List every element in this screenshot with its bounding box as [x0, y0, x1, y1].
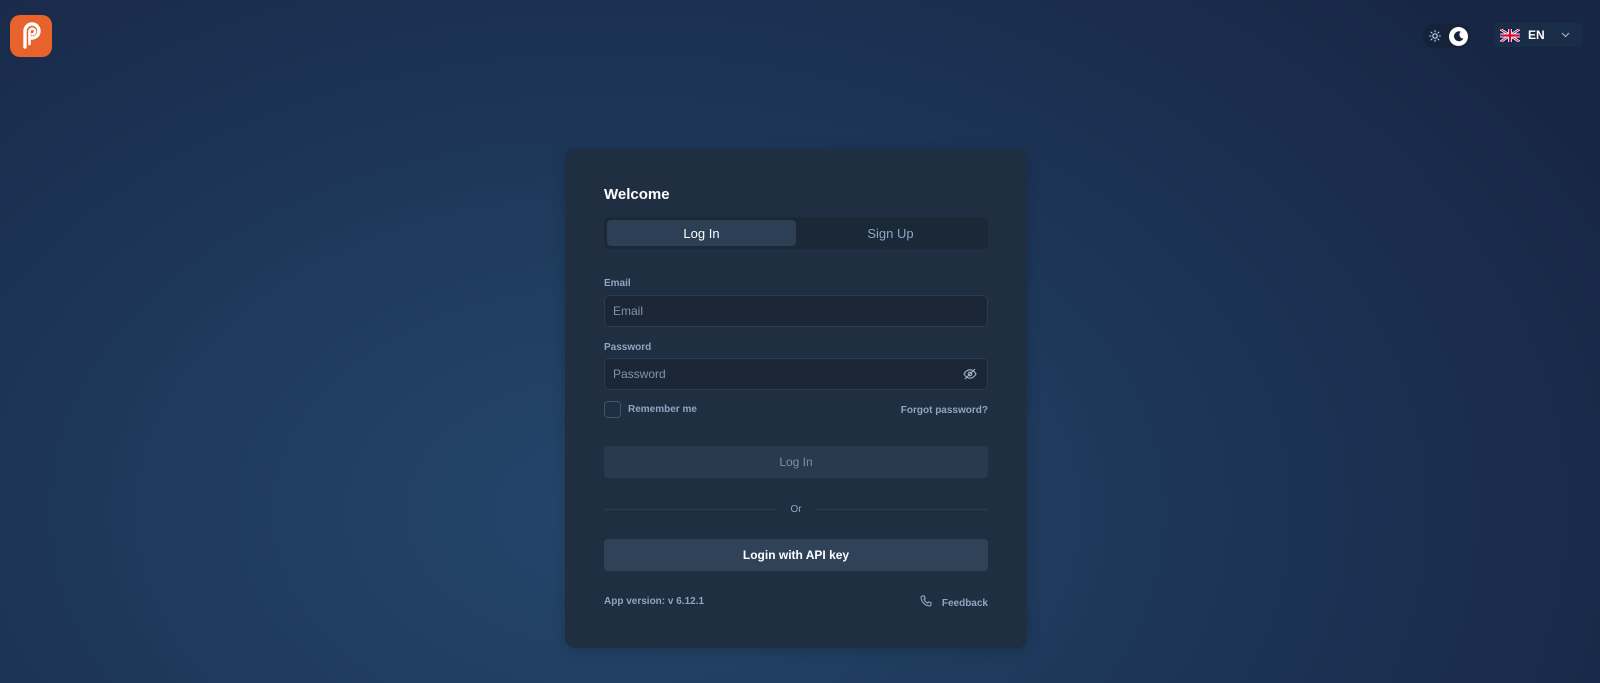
feedback-link[interactable]: Feedback [920, 594, 988, 612]
welcome-title: Welcome [604, 186, 670, 203]
sun-icon[interactable] [1429, 30, 1441, 42]
phone-icon [920, 594, 932, 612]
remember-me-checkbox[interactable] [604, 401, 621, 418]
remember-me-label: Remember me [628, 404, 697, 415]
app-logo[interactable] [10, 15, 52, 57]
theme-toggle[interactable] [1423, 24, 1471, 48]
app-version: App version: v 6.12.1 [604, 596, 705, 607]
forgot-password-link[interactable]: Forgot password? [901, 405, 988, 416]
log-in-button[interactable]: Log In [604, 446, 988, 478]
password-field[interactable] [604, 358, 988, 390]
moon-icon[interactable] [1449, 26, 1468, 46]
remember-me[interactable]: Remember me [604, 401, 697, 418]
or-divider: Or [604, 503, 989, 515]
login-with-api-key-button[interactable]: Login with API key [604, 539, 988, 571]
divider-line-right [815, 508, 989, 510]
divider-or-text: Or [790, 503, 802, 515]
feedback-label: Feedback [941, 597, 988, 609]
tab-log-in[interactable]: Log In [607, 220, 796, 246]
auth-tabs: Log In Sign Up [604, 217, 988, 249]
tab-sign-up[interactable]: Sign Up [796, 220, 985, 246]
eye-off-icon[interactable] [962, 366, 978, 382]
login-card: Welcome Log In Sign Up Email Password Re… [565, 149, 1027, 648]
divider-line-left [604, 508, 777, 510]
email-field[interactable] [604, 295, 988, 327]
app-logo-p-icon [23, 22, 41, 49]
email-label: Email [604, 278, 631, 289]
chevron-down-icon [1561, 32, 1570, 38]
password-label: Password [604, 342, 652, 353]
language-code: EN [1528, 28, 1545, 42]
uk-flag-icon [1500, 28, 1520, 42]
language-selector[interactable]: EN [1494, 23, 1582, 47]
